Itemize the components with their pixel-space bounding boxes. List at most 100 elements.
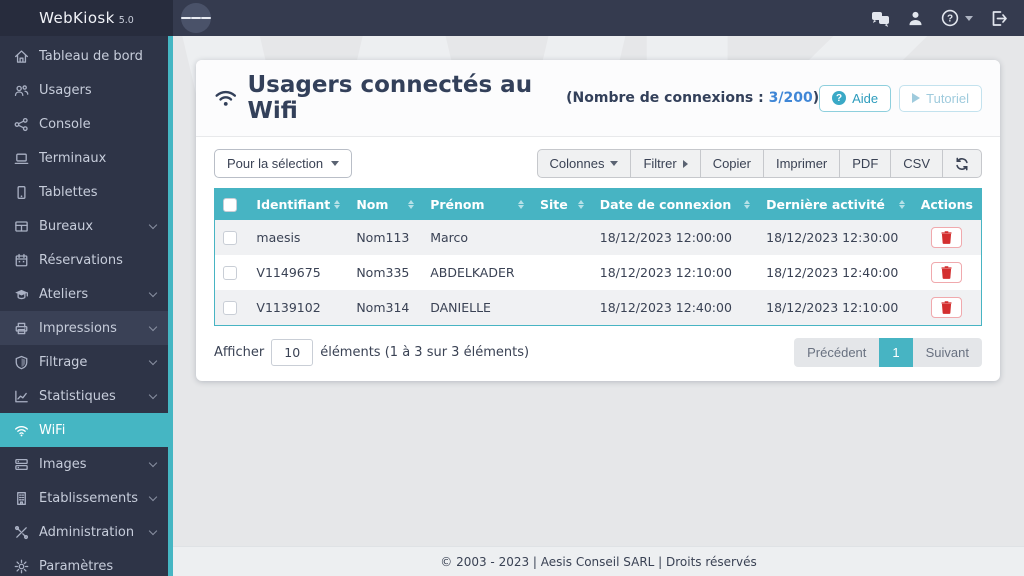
wifi-users-card: Usagers connectés au Wifi (Nombre de con… xyxy=(196,60,1000,381)
sidebar-item-label: WiFi xyxy=(39,422,66,438)
next-page-button[interactable]: Suivant xyxy=(913,338,982,367)
sidebar-item-bureaux[interactable]: Bureaux xyxy=(0,209,168,243)
sidebar-item-parametres[interactable]: Paramètres xyxy=(0,549,168,576)
cell-date-connexion: 18/12/2023 12:40:00 xyxy=(599,300,732,315)
columns-button[interactable]: Colonnes xyxy=(536,149,632,178)
row-checkbox[interactable] xyxy=(223,265,237,280)
select-all-checkbox[interactable] xyxy=(223,197,237,212)
logout-button[interactable] xyxy=(990,10,1008,27)
sidebar-item-administration[interactable]: Administration xyxy=(0,515,168,549)
sort-icon xyxy=(577,200,584,209)
chevron-down-icon xyxy=(148,526,158,535)
chevron-down-icon xyxy=(148,220,158,229)
brand-logo: WebKiosk 5.0 xyxy=(0,0,173,36)
cell-identifiant: V1149675 xyxy=(256,265,321,280)
table-header-row: Identifiant Nom Prénom Site Date de conn… xyxy=(214,188,982,220)
printer-icon xyxy=(15,322,28,334)
sidebar: WebKiosk 5.0 Tableau de bord Usagers Con… xyxy=(0,0,173,576)
col-header-prenom[interactable]: Prénom xyxy=(422,188,532,220)
logout-icon xyxy=(992,10,1007,26)
page-size-input[interactable] xyxy=(271,339,314,366)
pdf-button[interactable]: PDF xyxy=(839,149,892,178)
table-footer: Afficher éléments (1 à 3 sur 3 éléments)… xyxy=(214,338,982,367)
sidebar-item-tablettes[interactable]: Tablettes xyxy=(0,175,168,209)
wifi-icon xyxy=(15,425,28,436)
sidebar-item-label: Administration xyxy=(39,524,135,540)
cell-identifiant: V1139102 xyxy=(256,300,321,315)
sort-icon xyxy=(408,200,415,209)
tools-icon xyxy=(14,525,29,539)
sidebar-item-ateliers[interactable]: Ateliers xyxy=(0,277,168,311)
print-button[interactable]: Imprimer xyxy=(762,149,841,178)
row-checkbox[interactable] xyxy=(223,230,237,245)
help-button[interactable]: ? Aide xyxy=(819,84,892,112)
connections-count-label: (Nombre de connexions : 3/200) xyxy=(566,90,820,106)
cell-derniere-activite: 18/12/2023 12:30:00 xyxy=(766,230,899,245)
sidebar-item-filtrage[interactable]: Filtrage xyxy=(0,345,168,379)
brand-name: WebKiosk xyxy=(39,9,115,27)
header-actions: ? Aide Tutoriel xyxy=(819,84,982,112)
building-icon xyxy=(17,491,26,505)
chevron-down-icon xyxy=(148,288,158,297)
copyright-text: © 2003 - 2023 | Aesis Conseil SARL | Dro… xyxy=(440,554,757,569)
tablet-icon xyxy=(17,185,26,199)
graduation-cap-icon xyxy=(15,289,28,299)
delete-button[interactable] xyxy=(931,297,963,318)
user-button[interactable] xyxy=(907,10,924,27)
chevron-right-icon xyxy=(682,159,688,168)
row-checkbox[interactable] xyxy=(223,300,237,315)
user-icon xyxy=(909,11,922,25)
tutorial-button[interactable]: Tutoriel xyxy=(899,84,982,112)
sidebar-item-images[interactable]: Images xyxy=(0,447,168,481)
col-header-derniere-activite[interactable]: Dernière activité xyxy=(758,188,913,220)
messages-button[interactable] xyxy=(871,10,890,27)
server-icon xyxy=(15,458,28,470)
topbar: ? xyxy=(173,0,1024,36)
trash-icon xyxy=(941,301,952,314)
copy-button[interactable]: Copier xyxy=(699,149,764,178)
main-content: WK Usagers connectés au Wifi (Nombre de … xyxy=(173,36,1024,546)
refresh-icon xyxy=(956,157,968,170)
sidebar-item-label: Bureaux xyxy=(39,218,94,234)
menu-toggle-button[interactable] xyxy=(181,3,211,33)
sidebar-item-usagers[interactable]: Usagers xyxy=(0,73,168,107)
filter-button[interactable]: Filtrer xyxy=(630,149,701,178)
pagination: Précédent 1 Suivant xyxy=(794,338,982,367)
selection-dropdown[interactable]: Pour la sélection xyxy=(214,149,353,178)
table-row: maesis Nom113 Marco 18/12/2023 12:00:00 … xyxy=(214,220,982,255)
gear-icon xyxy=(14,559,29,573)
col-header-site[interactable]: Site xyxy=(532,188,592,220)
table-row: V1149675 Nom335 ABDELKADER 18/12/2023 12… xyxy=(214,255,982,290)
delete-button[interactable] xyxy=(931,227,963,248)
sidebar-item-reservations[interactable]: Réservations xyxy=(0,243,168,277)
sidebar-item-console[interactable]: Console xyxy=(0,107,168,141)
previous-page-button[interactable]: Précédent xyxy=(794,338,879,367)
svg-text:?: ? xyxy=(947,14,953,25)
help-button[interactable]: ? xyxy=(941,9,973,27)
chevron-down-icon xyxy=(965,15,973,21)
sidebar-item-label: Statistiques xyxy=(39,388,116,404)
page-footer: © 2003 - 2023 | Aesis Conseil SARL | Dro… xyxy=(173,546,1024,576)
sidebar-item-statistiques[interactable]: Statistiques xyxy=(0,379,168,413)
sidebar-item-wifi[interactable]: WiFi xyxy=(0,413,173,447)
cell-nom: Nom314 xyxy=(356,300,410,315)
sidebar-item-terminaux[interactable]: Terminaux xyxy=(0,141,168,175)
sidebar-item-etablissements[interactable]: Établissements xyxy=(0,481,168,515)
sidebar-item-label: Impressions xyxy=(39,320,117,336)
cell-site xyxy=(532,255,592,290)
col-header-identifiant[interactable]: Identifiant xyxy=(248,188,349,220)
sidebar-item-label: Usagers xyxy=(39,82,92,98)
delete-button[interactable] xyxy=(931,262,963,283)
brand-version: 5.0 xyxy=(118,15,134,26)
sidebar-item-impressions[interactable]: Impressions xyxy=(0,311,168,345)
sidebar-item-tableau-de-bord[interactable]: Tableau de bord xyxy=(0,39,168,73)
col-header-nom[interactable]: Nom xyxy=(348,188,423,220)
selection-dropdown-label: Pour la sélection xyxy=(227,156,324,171)
refresh-button[interactable] xyxy=(942,149,982,178)
console-icon xyxy=(14,117,28,131)
table-toolbar: Pour la sélection Colonnes Filtrer Copie… xyxy=(214,149,982,178)
col-header-date-connexion[interactable]: Date de connexion xyxy=(591,188,759,220)
csv-button[interactable]: CSV xyxy=(890,149,943,178)
page-1-button[interactable]: 1 xyxy=(879,338,913,367)
sidebar-item-label: Console xyxy=(39,116,91,132)
